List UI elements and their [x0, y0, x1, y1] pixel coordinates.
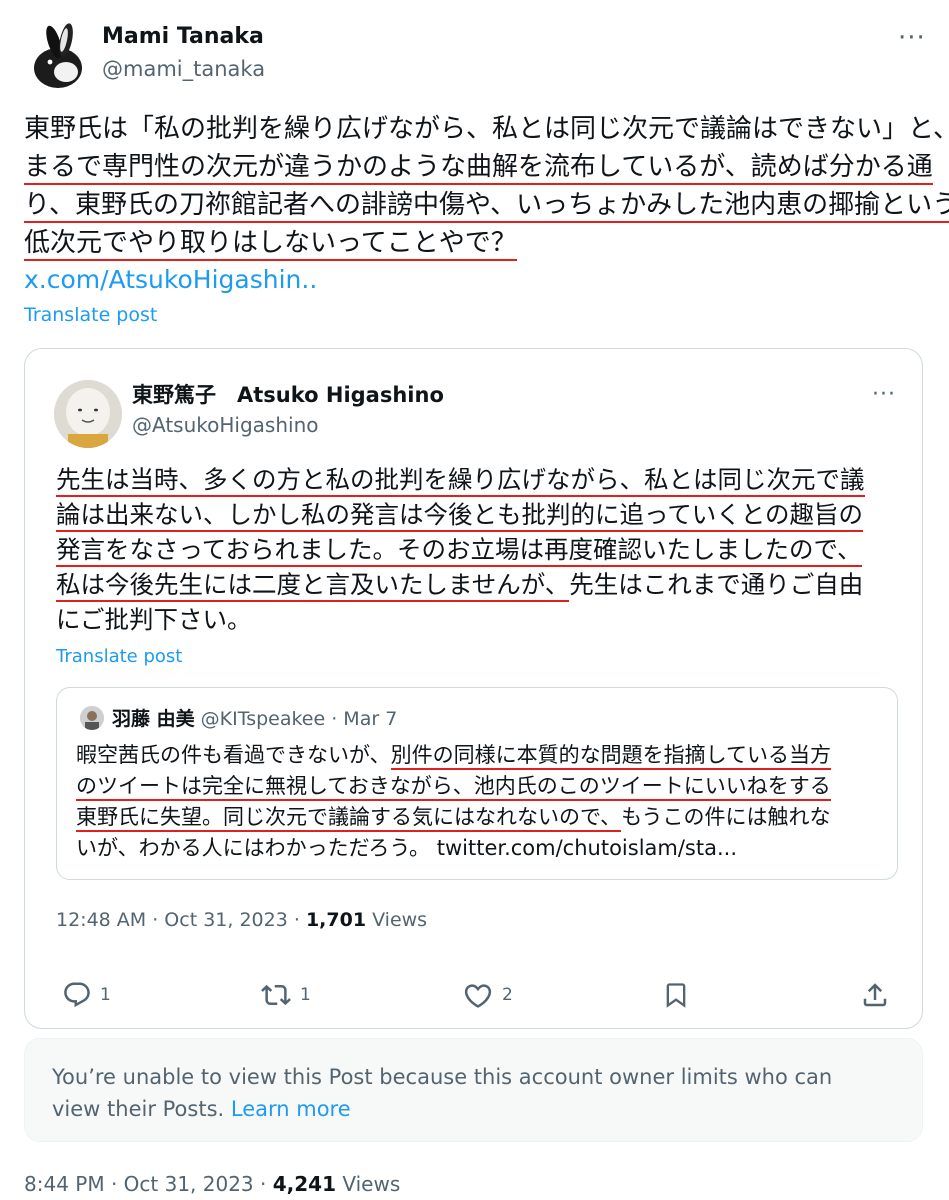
avatar[interactable] — [80, 706, 104, 730]
post-text-line: 東野氏は「私の批判を繰り広げながら、私とは同じ次元で議論はできない」と、 — [24, 114, 949, 144]
translate-post-link[interactable]: Translate post — [56, 646, 182, 667]
reply-count: 1 — [100, 985, 111, 1005]
more-icon[interactable]: ··· — [898, 25, 926, 51]
quoted-text-line: 発言をなさっておられました。そのお立場は再度確認いたしましたので、 — [56, 532, 862, 567]
inner-handle-date: @KITspeakee · Mar 7 — [194, 708, 398, 730]
quoted-text-line: 先生は当時、多くの方と私の批判を繰り広げながら、私とは同じ次元で議 — [56, 462, 865, 497]
share-button[interactable] — [860, 980, 890, 1010]
quoted-author-name[interactable]: 東野篤子 Atsuko Higashino — [132, 381, 444, 409]
retweet-button[interactable]: 1 — [260, 980, 311, 1010]
learn-more-link[interactable]: Learn more — [231, 1097, 351, 1121]
post-timestamp[interactable]: 8:44 PM · Oct 31, 2023 · 4,241 Views — [24, 1170, 400, 1198]
rabbit-avatar-image — [24, 20, 96, 92]
reply-button[interactable]: 1 — [62, 980, 111, 1010]
inner-post-header: 羽藤 由美 @KITspeakee · Mar 7 — [112, 706, 397, 732]
like-button[interactable]: 2 — [462, 980, 513, 1010]
post-link[interactable]: x.com/AtsukoHigashin.. — [24, 264, 317, 296]
figurine-avatar-image — [54, 380, 122, 448]
quoted-text-line: 論は出来ない、しかし私の発言は今後とも批判的に追っていくとの趣旨の — [56, 497, 864, 532]
avatar[interactable] — [54, 380, 122, 448]
quoted-author-handle[interactable]: @AtsukoHigashino — [132, 411, 318, 439]
inner-text-line: 暇空茜氏の件も看過できないが、別件の同様に本質的な問題を指摘している当方 — [76, 740, 831, 772]
translate-post-link[interactable]: Translate post — [24, 304, 157, 326]
share-icon — [863, 983, 887, 1007]
views-count: 4,241 — [272, 1172, 336, 1196]
like-count: 2 — [502, 985, 513, 1005]
notice-text: You’re unable to view this Post because … — [52, 1065, 833, 1121]
inner-text-line: 東野氏に失望。同じ次元で議論する気にはなれないので、もうこの件には触れな — [76, 802, 831, 834]
quoted-text-line: にご批判下さい。 — [56, 605, 252, 634]
bookmark-button[interactable] — [662, 980, 690, 1010]
post-text-line: 低次元でやり取りはしないってことやで？ — [24, 224, 517, 262]
views-count: 1,701 — [305, 909, 367, 931]
like-icon — [464, 984, 492, 1008]
retweet-count: 1 — [300, 985, 311, 1005]
retweet-icon — [261, 984, 291, 1006]
post-text-line: まるで専門性の次元が違うかのような曲解を流布しているが、読めば分かる通 — [24, 148, 933, 186]
quoted-post-timestamp[interactable]: 12:48 AM · Oct 31, 2023 · 1,701 Views — [56, 907, 427, 933]
inner-text-line: いが、わかる人にはわかっただろう。 twitter.com/chutoislam… — [76, 836, 737, 860]
post-text-line: り、東野氏の刀祢館記者への誹謗中傷や、いっちょかみした池内恵の揶揄という — [24, 186, 949, 224]
author-handle[interactable]: @mami_tanaka — [102, 55, 265, 83]
more-icon[interactable]: ··· — [872, 384, 896, 406]
person-avatar-image — [80, 706, 104, 730]
reply-icon — [64, 982, 90, 1008]
avatar[interactable] — [24, 20, 96, 92]
author-name[interactable]: Mami Tanaka — [102, 22, 264, 52]
inner-text-line: のツイートは完全に無視しておきながら、池内氏のこのツイートにいいねをする — [76, 771, 831, 803]
bookmark-icon — [666, 983, 686, 1008]
inner-author-name[interactable]: 羽藤 由美 — [112, 708, 195, 730]
quoted-text-line: 私は今後先生には二度と言及いたしませんが、先生はこれまで通りご自由 — [56, 567, 863, 602]
